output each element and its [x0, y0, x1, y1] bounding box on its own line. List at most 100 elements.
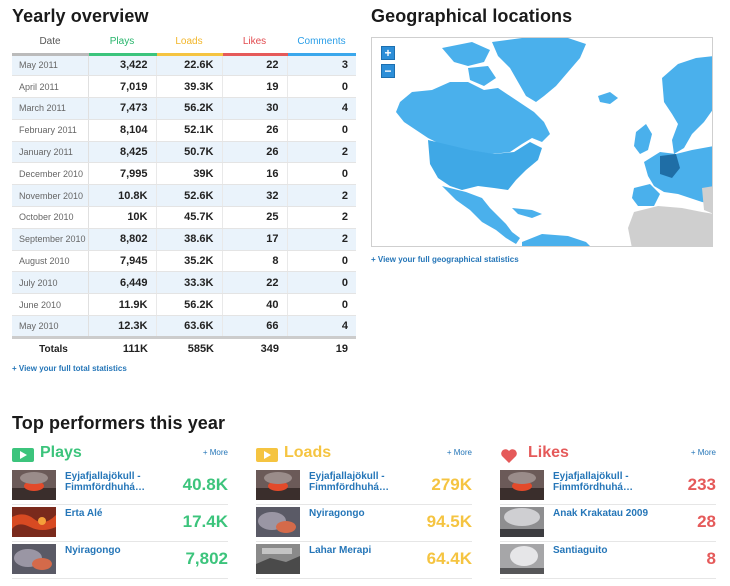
- row-date: May 2011: [12, 54, 89, 77]
- row-date: January 2011: [12, 141, 89, 164]
- item-title-link[interactable]: Eyjafjallajökull - Fimmfördhuhá…: [65, 471, 165, 493]
- totals-row: Totals 111K 585K 349 19: [12, 335, 356, 360]
- table-row: April 2011 7,019 39.3K 19 0: [12, 75, 356, 99]
- plays-more-link[interactable]: + More: [203, 448, 228, 457]
- row-loads: 56.2K: [156, 293, 223, 317]
- column-header-plays[interactable]: Plays: [88, 32, 156, 56]
- row-comments: 2: [287, 141, 356, 164]
- thumbnail-eyjafjallajokull[interactable]: [12, 470, 56, 500]
- arctic-islands-shape: [442, 42, 496, 86]
- item-title-link[interactable]: Anak Krakatau 2009: [553, 508, 653, 519]
- thumbnail-santiaguito[interactable]: [500, 544, 544, 574]
- row-loads: 38.6K: [156, 228, 223, 251]
- row-plays: 8,425: [88, 141, 157, 164]
- item-title-link[interactable]: Lahar Merapi: [309, 545, 409, 556]
- row-plays: 7,473: [88, 97, 157, 120]
- row-plays: 7,945: [88, 250, 157, 273]
- row-likes: 26: [222, 119, 288, 142]
- row-plays: 8,802: [88, 228, 157, 251]
- row-likes: 16: [222, 162, 288, 186]
- list-item[interactable]: Eyjafjallajökull - Fimmfördhuhá… 40.8K: [12, 468, 228, 505]
- middle-east-shape: [702, 186, 712, 214]
- world-map[interactable]: + −: [371, 37, 713, 247]
- row-loads: 39.3K: [156, 75, 223, 99]
- item-title-link[interactable]: Erta Alé: [65, 508, 165, 519]
- list-item[interactable]: Lahar Merapi 64.4K: [256, 542, 472, 579]
- list-item[interactable]: Nyiragongo 94.5K: [256, 505, 472, 542]
- row-comments: 0: [287, 250, 356, 273]
- thumbnail-lahar-merapi[interactable]: [256, 544, 300, 574]
- table-row: September 2010 8,802 38.6K 17 2: [12, 228, 356, 251]
- top-plays-header: Plays + More: [12, 442, 228, 468]
- list-item[interactable]: Eyjafjallajökull - Fimmfördhuhá… 233: [500, 468, 716, 505]
- view-geo-statistics-link[interactable]: + View your full geographical statistics: [371, 255, 519, 264]
- top-performers-title: Top performers this year: [12, 413, 226, 433]
- row-comments: 0: [287, 75, 356, 99]
- item-title-link[interactable]: Nyiragongo: [309, 508, 409, 519]
- zoom-out-button[interactable]: −: [381, 64, 395, 78]
- item-value: 8: [706, 549, 716, 568]
- table-row: March 2011 7,473 56.2K 30 4: [12, 97, 356, 120]
- thumbnail-erta-ale[interactable]: [12, 507, 56, 537]
- thumbnail-nyiragongo[interactable]: [256, 507, 300, 537]
- row-plays: 7,019: [88, 75, 157, 99]
- map-canvas: [396, 38, 712, 246]
- iberia-shape: [632, 184, 660, 206]
- column-header-loads[interactable]: Loads: [156, 32, 222, 56]
- zoom-in-button[interactable]: +: [381, 46, 395, 60]
- table-row: June 2010 11.9K 56.2K 40 0: [12, 293, 356, 317]
- row-comments: 2: [287, 228, 356, 251]
- table-row: November 2010 10.8K 52.6K 32 2: [12, 184, 356, 208]
- column-header-comments[interactable]: Comments: [287, 32, 356, 56]
- item-value: 40.8K: [182, 475, 228, 494]
- loads-more-link[interactable]: + More: [447, 448, 472, 457]
- row-date: August 2010: [12, 250, 89, 273]
- item-value: 28: [697, 512, 716, 531]
- play-icon: [12, 448, 34, 462]
- list-item[interactable]: Erta Alé 17.4K: [12, 505, 228, 542]
- row-comments: 4: [287, 97, 356, 120]
- row-comments: 2: [287, 206, 356, 229]
- thumbnail-anak-krakatau[interactable]: [500, 507, 544, 537]
- row-plays: 10K: [88, 206, 157, 229]
- row-likes: 8: [222, 250, 288, 273]
- thumbnail-eyjafjallajokull[interactable]: [500, 470, 544, 500]
- view-total-statistics-link[interactable]: + View your full total statistics: [12, 364, 127, 373]
- row-date: October 2010: [12, 206, 89, 229]
- row-plays: 8,104: [88, 119, 157, 142]
- item-title-link[interactable]: Eyjafjallajökull - Fimmfördhuhá…: [553, 471, 653, 493]
- list-item[interactable]: Nyiragongo 7,802: [12, 542, 228, 579]
- row-loads: 50.7K: [156, 141, 223, 164]
- row-likes: 19: [222, 75, 288, 99]
- row-likes: 25: [222, 206, 288, 229]
- column-header-date[interactable]: Date: [12, 32, 88, 56]
- item-title-link[interactable]: Santiaguito: [553, 545, 653, 556]
- column-header-likes[interactable]: Likes: [222, 32, 287, 56]
- totals-loads: 585K: [156, 335, 222, 360]
- row-date: February 2011: [12, 119, 89, 142]
- row-loads: 63.6K: [156, 315, 223, 338]
- item-title-link[interactable]: Nyiragongo: [65, 545, 165, 556]
- row-loads: 45.7K: [156, 206, 223, 229]
- totals-plays: 111K: [88, 335, 156, 360]
- africa-shape: [628, 206, 712, 246]
- thumbnail-nyiragongo[interactable]: [12, 544, 56, 574]
- table-row: January 2011 8,425 50.7K 26 2: [12, 141, 356, 164]
- row-likes: 22: [222, 54, 288, 77]
- row-comments: 0: [287, 271, 356, 295]
- row-likes: 22: [222, 271, 288, 295]
- list-item[interactable]: Santiaguito 8: [500, 542, 716, 579]
- south-america-shape: [522, 234, 590, 246]
- top-likes-column: Likes + More Eyjafjallajökull - Fimmförd…: [500, 442, 716, 579]
- row-comments: 0: [287, 162, 356, 186]
- row-loads: 33.3K: [156, 271, 223, 295]
- thumbnail-eyjafjallajokull[interactable]: [256, 470, 300, 500]
- list-item[interactable]: Eyjafjallajökull - Fimmfördhuhá… 279K: [256, 468, 472, 505]
- item-value: 7,802: [185, 549, 228, 568]
- list-item[interactable]: Anak Krakatau 2009 28: [500, 505, 716, 542]
- table-row: February 2011 8,104 52.1K 26 0: [12, 119, 356, 142]
- row-date: April 2011: [12, 75, 89, 99]
- item-title-link[interactable]: Eyjafjallajökull - Fimmfördhuhá…: [309, 471, 409, 493]
- row-date: March 2011: [12, 97, 89, 120]
- likes-more-link[interactable]: + More: [691, 448, 716, 457]
